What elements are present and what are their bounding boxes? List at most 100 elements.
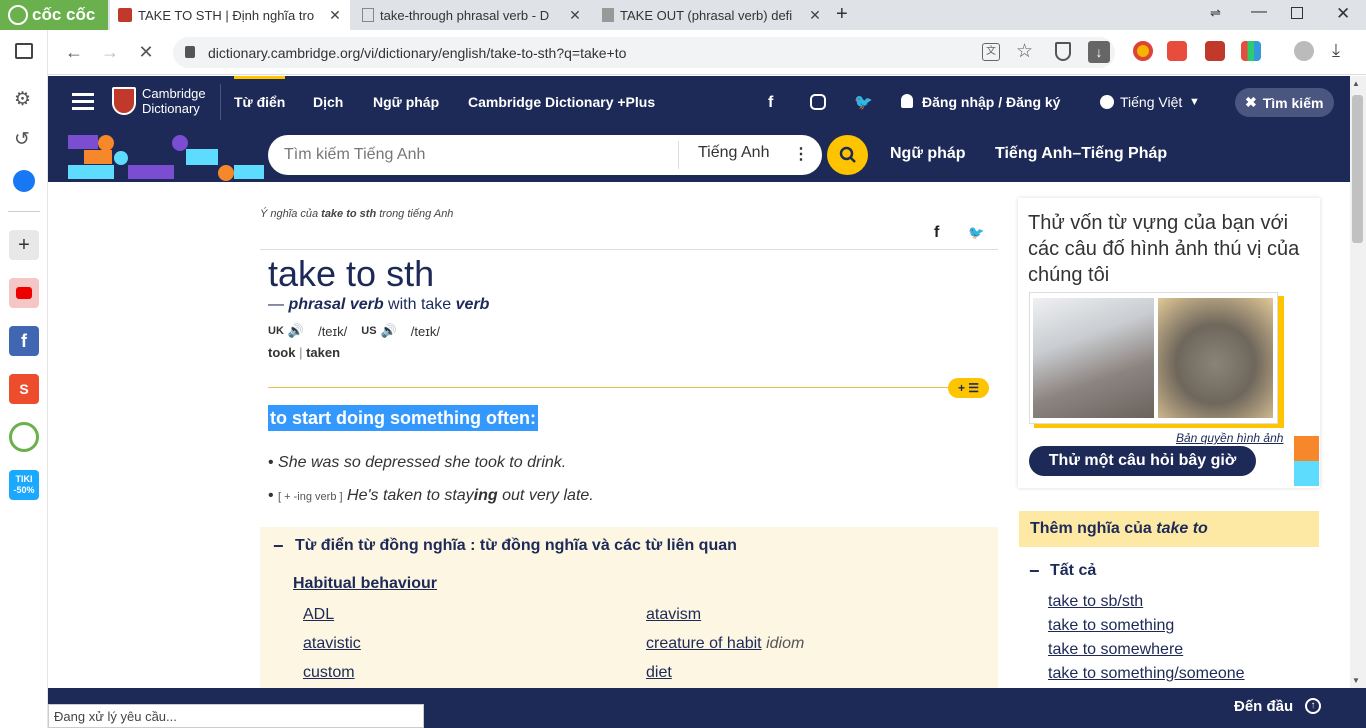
- tiki-discount: -50%: [13, 485, 35, 495]
- window-menu-icon[interactable]: ⇌: [1210, 5, 1221, 21]
- settings-gear-icon[interactable]: ⚙: [14, 88, 31, 111]
- more-options-icon[interactable]: ⋮: [793, 144, 809, 164]
- uk-label: UK: [268, 325, 284, 337]
- shield-icon[interactable]: [1055, 42, 1071, 61]
- facebook-icon[interactable]: f: [9, 326, 39, 356]
- grammar-link[interactable]: Ngữ pháp: [890, 145, 966, 163]
- back-to-top-link[interactable]: Đến đầu: [1234, 698, 1293, 715]
- pos-verb: verb: [455, 296, 490, 313]
- facebook-icon[interactable]: f: [768, 76, 773, 129]
- twitter-icon[interactable]: 🐦: [854, 76, 873, 129]
- thesaurus-link-diet[interactable]: diet: [646, 664, 672, 682]
- quiz-start-button[interactable]: Thử một câu hỏi bây giờ: [1029, 446, 1256, 476]
- back-icon[interactable]: ←: [62, 40, 86, 64]
- nav-grammar[interactable]: Ngữ pháp: [373, 76, 439, 129]
- tiki-icon[interactable]: TIKI -50%: [9, 470, 39, 500]
- menu-hamburger-icon[interactable]: [72, 93, 94, 96]
- collapse-icon[interactable]: −: [273, 536, 284, 557]
- new-extension-icon[interactable]: [1167, 41, 1187, 61]
- search-language-select[interactable]: Tiếng Anh: [698, 144, 769, 162]
- page-favicon-icon: [602, 8, 614, 22]
- forward-icon[interactable]: →: [98, 40, 122, 64]
- translate-icon[interactable]: 文: [982, 43, 1000, 61]
- shopee-icon[interactable]: S: [9, 374, 39, 404]
- language-select[interactable]: Tiếng Việt: [1120, 76, 1182, 129]
- new-tab-icon[interactable]: +: [836, 3, 856, 27]
- sync-extension-icon[interactable]: [1205, 41, 1225, 61]
- add-sidebar-app-icon[interactable]: +: [9, 230, 39, 260]
- chrome-extension-icon[interactable]: [1133, 41, 1153, 61]
- hippo-image[interactable]: [1033, 298, 1154, 418]
- search-toggle-label: Tìm kiếm: [1262, 94, 1324, 111]
- search-icon: [839, 146, 856, 163]
- download-manager-icon[interactable]: ↓: [1088, 41, 1110, 63]
- more-link-1[interactable]: take to sb/sth: [1048, 593, 1143, 611]
- thesaurus-group-link[interactable]: Habitual behaviour: [293, 575, 437, 593]
- grid-extension-icon[interactable]: [1241, 41, 1261, 61]
- thesaurus-link-custom[interactable]: custom: [303, 664, 355, 682]
- scrollbar-thumb[interactable]: [1352, 95, 1363, 243]
- decorative-pattern: [68, 135, 264, 181]
- logo-line-1: Cambridge: [142, 86, 206, 101]
- us-audio-icon[interactable]: 🔊: [381, 323, 397, 339]
- login-link[interactable]: Đăng nhập / Đăng ký: [922, 76, 1060, 129]
- nav-translate[interactable]: Dịch: [313, 76, 343, 129]
- breadcrumb: Ý nghĩa của take to sth trong tiếng Anh: [260, 208, 453, 220]
- more-link-2[interactable]: take to something: [1048, 617, 1174, 635]
- nav-dictionary[interactable]: Từ điển: [234, 76, 285, 129]
- thesaurus-link-atavism[interactable]: atavism: [646, 606, 701, 624]
- english-french-link[interactable]: Tiếng Anh–Tiếng Pháp: [995, 145, 1167, 163]
- thesaurus-link-adl[interactable]: ADL: [303, 606, 334, 624]
- tab-take-through[interactable]: take-through phrasal verb - D ✕: [354, 0, 590, 30]
- uk-ipa: /teɪk/: [318, 323, 348, 339]
- stop-loading-icon[interactable]: ✕: [134, 40, 158, 64]
- uk-audio-icon[interactable]: 🔊: [288, 323, 304, 339]
- collapse-all-icon[interactable]: −: [1029, 561, 1040, 582]
- profile-avatar[interactable]: [1294, 41, 1314, 61]
- sense-divider: [268, 387, 958, 388]
- close-window-icon[interactable]: ✕: [1336, 4, 1350, 24]
- minimize-icon[interactable]: —: [1251, 3, 1267, 21]
- messenger-icon[interactable]: [13, 170, 35, 192]
- chevron-down-icon[interactable]: ▼: [1189, 76, 1200, 129]
- close-tab-icon[interactable]: ✕: [568, 7, 582, 24]
- share-twitter-icon[interactable]: 🐦: [968, 225, 984, 241]
- pos-with: with take: [383, 296, 456, 313]
- maximize-icon[interactable]: [1291, 7, 1303, 19]
- cambridge-crest-icon[interactable]: [112, 87, 136, 115]
- breadcrumb-prefix: Ý nghĩa của: [260, 208, 322, 220]
- close-tab-icon[interactable]: ✕: [328, 7, 342, 24]
- download-icon[interactable]: ⤓: [1332, 40, 1340, 61]
- sidebar-toggle-icon[interactable]: [15, 43, 33, 59]
- thesaurus-link-atavistic[interactable]: atavistic: [303, 635, 361, 653]
- all-label[interactable]: Tất cả: [1050, 562, 1096, 580]
- site-logo[interactable]: Cambridge Dictionary: [142, 86, 206, 116]
- part-of-speech: — phrasal verb with take verb: [268, 296, 489, 314]
- seal-image[interactable]: [1158, 298, 1273, 418]
- tab-take-to-sth[interactable]: TAKE TO STH | Định nghĩa tro ✕: [110, 0, 350, 30]
- arrow-up-icon[interactable]: ↑: [1305, 698, 1321, 714]
- instagram-icon[interactable]: [810, 94, 826, 110]
- more-link-3[interactable]: take to somewhere: [1048, 641, 1183, 659]
- scroll-up-icon[interactable]: ▲: [1352, 79, 1360, 88]
- coccoc-search-icon[interactable]: [9, 422, 39, 452]
- add-to-wordlist-button[interactable]: + ☰: [948, 378, 989, 398]
- lock-icon[interactable]: [185, 46, 195, 58]
- url-field[interactable]: dictionary.cambridge.org/vi/dictionary/e…: [173, 37, 1115, 68]
- more-link-4[interactable]: take to something/someone: [1048, 665, 1245, 683]
- status-bar: Đang xử lý yêu cầu...: [48, 704, 424, 728]
- youtube-icon[interactable]: [9, 278, 39, 308]
- share-facebook-icon[interactable]: f: [934, 224, 939, 242]
- search-button[interactable]: [827, 135, 868, 175]
- bookmark-star-icon[interactable]: ☆: [1016, 40, 1033, 63]
- thesaurus-title[interactable]: Từ điển từ đồng nghĩa : từ đồng nghĩa và…: [295, 537, 737, 555]
- search-toggle-button[interactable]: ✖ Tìm kiếm: [1235, 88, 1334, 117]
- creature-of-habit-link[interactable]: creature of habit: [646, 635, 762, 652]
- close-tab-icon[interactable]: ✕: [808, 7, 822, 24]
- tab-take-out[interactable]: TAKE OUT (phrasal verb) defi ✕: [594, 0, 830, 30]
- history-icon[interactable]: ↺: [14, 128, 30, 151]
- browser-brand[interactable]: cốc cốc: [0, 0, 108, 30]
- nav-plus[interactable]: Cambridge Dictionary +Plus: [468, 76, 655, 129]
- image-credit-link[interactable]: Bản quyền hình ảnh: [1176, 431, 1283, 445]
- scroll-down-icon[interactable]: ▼: [1352, 676, 1360, 685]
